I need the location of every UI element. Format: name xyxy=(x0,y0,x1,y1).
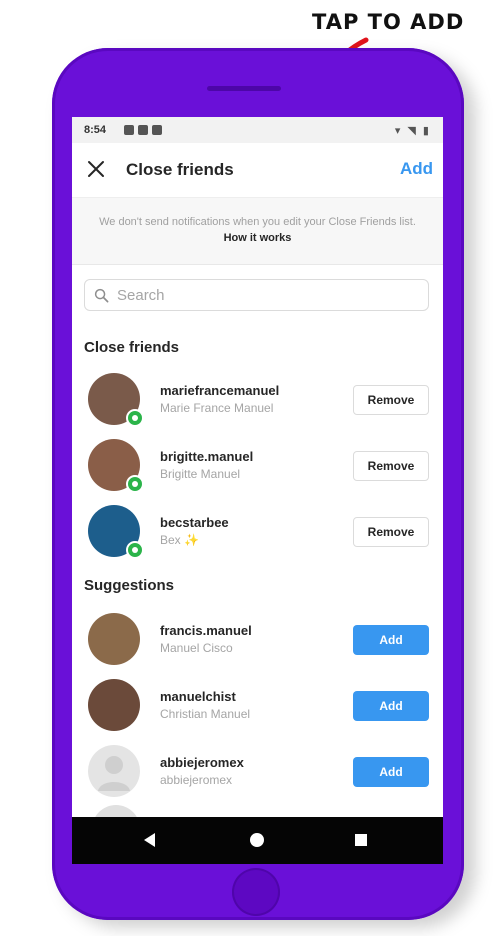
close-friend-row: mariefrancemanuel Marie France Manuel Re… xyxy=(72,369,443,433)
notice-banner: We don't send notifications when you edi… xyxy=(72,197,443,265)
add-friend-button[interactable]: Add xyxy=(353,625,429,655)
status-bar: 8:54 ▾ ◥ ▮ xyxy=(72,117,443,143)
add-button[interactable]: Add xyxy=(400,159,433,179)
suggestion-row: francis.manuel Manuel Cisco Add xyxy=(72,609,443,673)
how-it-works-link[interactable]: How it works xyxy=(224,232,292,244)
close-friend-badge-icon xyxy=(126,409,144,427)
home-icon[interactable] xyxy=(250,833,264,847)
notice-text: We don't send notifications when you edi… xyxy=(99,216,416,228)
status-time: 8:54 xyxy=(84,124,107,136)
notification-icon xyxy=(124,125,134,135)
close-friends-heading: Close friends xyxy=(84,339,180,356)
close-friend-badge-icon xyxy=(126,475,144,493)
full-name: Christian Manuel xyxy=(160,707,251,721)
notification-icon xyxy=(138,125,148,135)
stage: TAP TO ADD 8:54 ▾ ◥ ▮ Close friends Add xyxy=(0,0,493,936)
search-icon xyxy=(94,288,109,303)
add-friend-button[interactable]: Add xyxy=(353,691,429,721)
suggestion-row: manuelchist Christian Manuel Add xyxy=(72,675,443,739)
android-nav-bar xyxy=(72,817,443,864)
full-name: Marie France Manuel xyxy=(160,401,274,415)
back-icon[interactable] xyxy=(144,833,155,847)
recents-icon[interactable] xyxy=(355,834,367,846)
username[interactable]: brigitte.manuel xyxy=(160,449,253,464)
full-name: Manuel Cisco xyxy=(160,641,233,655)
remove-button[interactable]: Remove xyxy=(353,517,429,547)
avatar[interactable] xyxy=(88,745,140,797)
remove-button[interactable]: Remove xyxy=(353,451,429,481)
default-avatar-icon xyxy=(98,756,130,791)
search-bar[interactable] xyxy=(84,279,429,311)
page-title: Close friends xyxy=(126,160,234,179)
username[interactable]: abbiejeromex xyxy=(160,755,244,770)
phone-home-button[interactable] xyxy=(232,868,280,916)
username[interactable]: becstarbee xyxy=(160,515,229,530)
avatar[interactable] xyxy=(88,679,140,731)
notification-icons xyxy=(124,125,162,135)
username[interactable]: manuelchist xyxy=(160,689,236,704)
close-friend-row: becstarbee Bex ✨ Remove xyxy=(72,501,443,565)
phone-speaker xyxy=(207,86,281,91)
full-name: abbiejeromex xyxy=(160,773,233,787)
close-icon[interactable] xyxy=(84,157,108,181)
close-friend-badge-icon xyxy=(126,541,144,559)
system-status-icons: ▾ ◥ ▮ xyxy=(394,125,431,137)
avatar[interactable] xyxy=(88,613,140,665)
full-name: Brigitte Manuel xyxy=(160,467,241,481)
username[interactable]: francis.manuel xyxy=(160,623,252,638)
remove-button[interactable]: Remove xyxy=(353,385,429,415)
search-input[interactable] xyxy=(113,280,421,310)
phone-screen: 8:54 ▾ ◥ ▮ Close friends Add We don't se… xyxy=(72,117,443,864)
full-name: Bex ✨ xyxy=(160,533,199,547)
close-friend-row: brigitte.manuel Brigitte Manuel Remove xyxy=(72,435,443,499)
suggestion-row: abbiejeromex abbiejeromex Add xyxy=(72,741,443,805)
header: Close friends Add xyxy=(72,143,443,197)
suggestions-heading: Suggestions xyxy=(84,577,175,594)
add-friend-button[interactable]: Add xyxy=(353,757,429,787)
annotation-label: TAP TO ADD xyxy=(312,10,465,34)
notification-icon xyxy=(152,125,162,135)
username[interactable]: mariefrancemanuel xyxy=(160,383,279,398)
